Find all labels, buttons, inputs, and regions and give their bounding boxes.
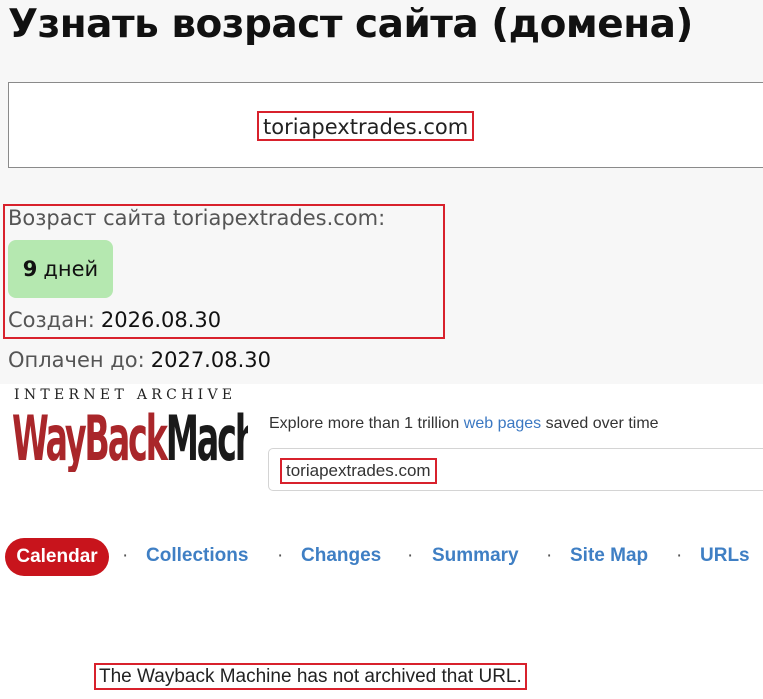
collections-tab[interactable]: Collections xyxy=(146,545,248,567)
created-label: Создан: xyxy=(8,308,95,332)
paid-until-label: Оплачен до: xyxy=(8,348,145,372)
age-number: 9 xyxy=(22,257,38,281)
wayback-logo-text: WayBackMachine xyxy=(12,404,248,472)
created-row: Создан: 2026.08.30 xyxy=(8,308,221,332)
created-value: 2026.08.30 xyxy=(100,308,222,332)
wayback-machine-logo[interactable]: WayBackMachine xyxy=(12,404,248,472)
nav-separator: · xyxy=(277,545,284,566)
changes-tab[interactable]: Changes xyxy=(301,545,381,567)
tagline-after: saved over time xyxy=(541,415,659,432)
page-title: Узнать возраст сайта (домена) xyxy=(8,2,693,47)
nav-separator: · xyxy=(676,545,683,566)
calendar-tab[interactable]: Calendar xyxy=(5,538,109,576)
urls-tab[interactable]: URLs xyxy=(700,545,750,567)
nav-separator: · xyxy=(407,545,414,566)
wayback-logo-wayback: WayBack xyxy=(12,404,169,472)
age-label: Возраст сайта toriapextrades.com: xyxy=(8,206,386,230)
nav-separator: · xyxy=(122,545,129,566)
wayback-tagline: Explore more than 1 trillion web pages s… xyxy=(269,415,659,433)
wayback-search-value[interactable]: toriapextrades.com xyxy=(280,458,437,484)
wayback-logo-machine: Machine xyxy=(166,404,248,472)
age-unit: дней xyxy=(43,257,99,281)
web-pages-link[interactable]: web pages xyxy=(464,415,541,432)
summary-tab[interactable]: Summary xyxy=(432,545,519,567)
not-archived-message: The Wayback Machine has not archived tha… xyxy=(94,663,527,690)
tagline-before: Explore more than 1 trillion xyxy=(269,415,464,432)
nav-separator: · xyxy=(546,545,553,566)
paid-until-value: 2027.08.30 xyxy=(150,348,271,372)
paid-until-row: Оплачен до: 2027.08.30 xyxy=(8,348,271,372)
domain-input-value[interactable]: toriapextrades.com xyxy=(257,111,475,141)
internet-archive-label: INTERNET ARCHIVE xyxy=(14,387,237,403)
age-badge: 9 дней xyxy=(8,240,113,298)
site-map-tab[interactable]: Site Map xyxy=(570,545,648,567)
